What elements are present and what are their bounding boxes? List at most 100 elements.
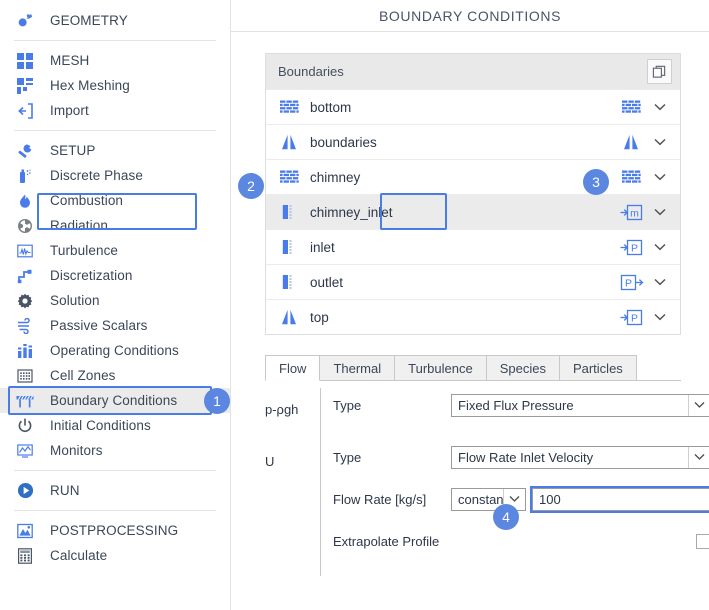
- mesh-icon: [14, 51, 36, 71]
- sidebar-item-mesh[interactable]: MESH: [0, 48, 230, 73]
- sidebar-item-hex-meshing[interactable]: Hex Meshing: [0, 73, 230, 98]
- sidebar-item-run[interactable]: RUN: [0, 478, 230, 503]
- flow-rate-input[interactable]: 100: [530, 485, 709, 513]
- symmetry-icon: [276, 309, 302, 325]
- power-icon: [14, 416, 36, 436]
- geometry-icon: [14, 11, 36, 31]
- sidebar-item-discrete-phase[interactable]: Discrete Phase: [0, 163, 230, 188]
- mass-flow-in-icon[interactable]: m: [616, 204, 646, 221]
- tab-turbulence[interactable]: Turbulence: [394, 355, 487, 380]
- flow-rate-label: Flow Rate [kg/s]: [333, 491, 427, 507]
- sidebar-item-label: Import: [50, 103, 89, 118]
- wall-brick-icon: [276, 100, 302, 115]
- boundary-row-bottom[interactable]: bottom: [266, 89, 680, 124]
- sidebar-item-operating-conditions[interactable]: Operating Conditions: [0, 338, 230, 363]
- pressure-in-icon[interactable]: P: [616, 239, 646, 256]
- sidebar-item-turbulence[interactable]: Turbulence: [0, 238, 230, 263]
- flame-icon: [14, 191, 36, 211]
- sidebar-item-combustion[interactable]: Combustion: [0, 188, 230, 213]
- boundary-row-name: outlet: [310, 274, 344, 290]
- monitor-icon: [14, 441, 36, 461]
- sidebar-item-label: RUN: [50, 483, 80, 498]
- boundary-row-top[interactable]: top P: [266, 299, 680, 334]
- pressure-group: p-ρgh Type Fixed Flux Pressure: [265, 388, 709, 440]
- boundaries-list: bottom boundaries chimney chimney_inlet m inl…: [266, 89, 680, 334]
- svg-text:P: P: [624, 277, 631, 289]
- sidebar-item-cell-zones[interactable]: Cell Zones: [0, 363, 230, 388]
- wind-icon: [14, 316, 36, 336]
- property-tabs: Flow Thermal Turbulence Species Particles: [265, 355, 681, 381]
- cell-zones-icon: [14, 366, 36, 386]
- sidebar-item-label: Initial Conditions: [50, 418, 151, 433]
- extrapolate-profile-row: Extrapolate Profile: [333, 524, 709, 558]
- sidebar-item-monitors[interactable]: Monitors: [0, 438, 230, 463]
- boundary-row-name: top: [310, 309, 329, 325]
- title-divider: [231, 31, 709, 32]
- chevron-down-icon[interactable]: [646, 208, 674, 216]
- pressure-in-icon[interactable]: P: [616, 309, 646, 326]
- boundary-row-outlet[interactable]: outlet P: [266, 264, 680, 299]
- tab-particles[interactable]: Particles: [558, 355, 637, 380]
- sidebar-item-label: Cell Zones: [50, 368, 116, 383]
- chevron-down-icon[interactable]: [646, 173, 674, 181]
- tab-thermal[interactable]: Thermal: [319, 355, 396, 380]
- boundary-row-chimney[interactable]: chimney: [266, 159, 680, 194]
- sidebar-item-calculate[interactable]: Calculate: [0, 543, 230, 568]
- sidebar-item-label: Boundary Conditions: [50, 393, 178, 408]
- sidebar-item-import[interactable]: Import: [0, 98, 230, 123]
- copy-icon-button[interactable]: [647, 59, 672, 84]
- velocity-type-select[interactable]: Flow Rate Inlet Velocity: [451, 445, 709, 469]
- sidebar-item-label: Monitors: [50, 443, 103, 458]
- chevron-down-icon[interactable]: [646, 103, 674, 111]
- sidebar-divider: [14, 130, 216, 131]
- play-icon: [14, 481, 36, 501]
- boundary-row-chimney_inlet[interactable]: chimney_inlet m: [266, 194, 680, 229]
- symmetry-icon[interactable]: [616, 134, 646, 150]
- sidebar-item-radiation[interactable]: Radiation: [0, 213, 230, 238]
- sidebar-item-label: MESH: [50, 53, 90, 68]
- application-window: GEOMETRY MESH Hex Meshing Import SETUP Discre…: [0, 0, 709, 610]
- sidebar-item-passive-scalars[interactable]: Passive Scalars: [0, 313, 230, 338]
- sidebar-item-label: SETUP: [50, 143, 96, 158]
- wall-brick-icon[interactable]: [616, 170, 646, 185]
- boundary-row-boundaries[interactable]: boundaries: [266, 124, 680, 159]
- sidebar-item-discretization[interactable]: Discretization: [0, 263, 230, 288]
- chevron-down-icon[interactable]: [646, 278, 674, 286]
- extrapolate-profile-label: Extrapolate Profile: [333, 533, 440, 549]
- chevron-down-icon[interactable]: [646, 138, 674, 146]
- sidebar-item-boundary-conditions[interactable]: Boundary Conditions: [0, 388, 230, 413]
- flow-rate-mode-value: constant: [458, 491, 503, 507]
- callout-badge-4: 4: [493, 504, 519, 530]
- sidebar-item-initial-conditions[interactable]: Initial Conditions: [0, 413, 230, 438]
- callout-badge-2: 2: [238, 173, 264, 199]
- main-panel: BOUNDARY CONDITIONS Boundaries bottom bou…: [231, 0, 709, 610]
- sidebar-divider: [14, 470, 216, 471]
- sidebar-item-setup[interactable]: SETUP: [0, 138, 230, 163]
- hex-meshing-icon: [14, 76, 36, 96]
- svg-text:m: m: [630, 207, 639, 219]
- sidebar-item-label: Calculate: [50, 548, 108, 563]
- sidebar-item-postprocessing[interactable]: POSTPROCESSING: [0, 518, 230, 543]
- chevron-down-icon[interactable]: [646, 313, 674, 321]
- postprocessing-icon: [14, 521, 36, 541]
- calculator-icon: [14, 546, 36, 566]
- chevron-down-icon[interactable]: [646, 243, 674, 251]
- sidebar-item-label: POSTPROCESSING: [50, 523, 179, 538]
- tab-flow[interactable]: Flow: [265, 355, 321, 381]
- wall-brick-icon[interactable]: [616, 100, 646, 115]
- pressure-out-icon[interactable]: P: [616, 274, 646, 291]
- boundary-row-name: boundaries: [310, 134, 377, 150]
- extrapolate-profile-checkbox[interactable]: [696, 533, 709, 549]
- patch-icon: [276, 239, 302, 255]
- sidebar-divider: [14, 510, 216, 511]
- sidebar-item-label: Radiation: [50, 218, 108, 233]
- svg-text:P: P: [630, 312, 637, 324]
- tab-species[interactable]: Species: [485, 355, 560, 380]
- sidebar-item-solution[interactable]: Solution: [0, 288, 230, 313]
- boundary-properties-form: p-ρgh Type Fixed Flux Pressure U Type Fl…: [265, 388, 709, 576]
- patch-icon: [276, 274, 302, 290]
- pressure-type-select[interactable]: Fixed Flux Pressure: [451, 393, 709, 417]
- pressure-field-key: p-ρgh: [265, 402, 299, 417]
- sidebar-item-geometry[interactable]: GEOMETRY: [0, 8, 230, 33]
- boundary-row-inlet[interactable]: inlet P: [266, 229, 680, 264]
